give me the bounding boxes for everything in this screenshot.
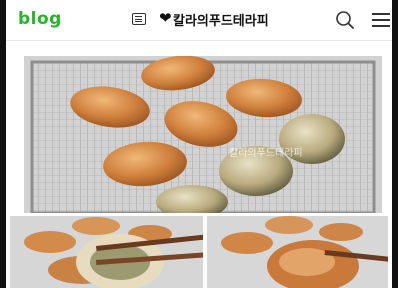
main-food-photo: 칼라의푸드테라피 [24,56,382,213]
blog-title[interactable]: 칼라의푸드테라피 [173,10,269,29]
dumplings-on-rack-image: 칼라의푸드테라피 [24,56,382,213]
dumpling-cross-section-image [10,216,203,288]
blog-header: blog ❤ 칼라의푸드테라피 [6,0,392,41]
heart-icon: ❤ [159,9,172,27]
dumpling-chopsticks-photo-1 [10,216,203,288]
search-icon[interactable] [335,10,355,30]
dumpling-chopsticks-photo-2 [207,216,388,288]
dumpling-held-image [207,216,388,288]
blog-logo[interactable]: blog [18,9,62,29]
photo-watermark: 칼라의푸드테라피 [229,146,303,159]
list-icon[interactable] [132,13,146,25]
hamburger-menu-icon[interactable] [372,11,390,28]
